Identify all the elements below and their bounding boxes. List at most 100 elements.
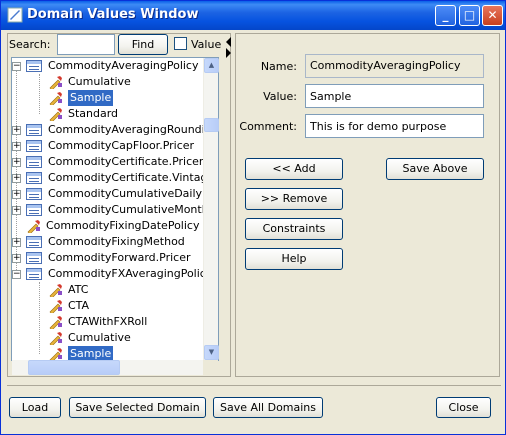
name-field: CommodityAveragingPolicy [305, 54, 484, 78]
domain-table-icon [26, 172, 42, 184]
domain-value-icon [49, 108, 62, 121]
tree-item[interactable]: + CommodityForward.Pricer [12, 250, 212, 266]
tree-item-label: CommodityAveragingPolicy [48, 59, 199, 72]
scroll-down-button[interactable]: ▼ [204, 345, 219, 360]
domain-value-icon [49, 332, 62, 345]
tree-item[interactable]: + CommodityCumulativeMonthlyFu [12, 202, 218, 218]
tree-vertical-scrollbar[interactable]: ▲ ▼ [203, 58, 219, 360]
tree-item[interactable]: CTA [12, 298, 212, 314]
scroll-thumb[interactable] [204, 118, 219, 132]
tree-horizontal-scrollbar[interactable] [12, 360, 203, 375]
tree-item[interactable]: ATC [12, 282, 212, 298]
collapse-left-icon[interactable] [226, 37, 231, 47]
constraints-button[interactable]: Constraints [245, 218, 343, 240]
tree-item-label: CTA [68, 299, 90, 312]
name-label: Name: [260, 60, 297, 73]
domain-value-icon [49, 300, 62, 313]
tree-item-label: Sample [68, 90, 114, 106]
close-window-button[interactable]: ✕ [482, 5, 503, 26]
tree-item-label: CommodityCumulativeMonthlyFu [48, 203, 219, 216]
minimize-button[interactable]: _ [435, 5, 456, 26]
close-button[interactable]: Close [436, 397, 491, 418]
expand-icon[interactable]: + [12, 238, 21, 247]
tree-item-label: CommodityFixingDatePolicy [46, 219, 200, 232]
tree-item-label: CTAWithFXRoll [68, 315, 148, 328]
tree-item-label: CommodityCapFloor.Pricer [48, 139, 195, 152]
save-above-button[interactable]: Save Above [386, 158, 484, 180]
tree-item-label: CommodityAveragingRoundingP [48, 123, 219, 136]
tree-item-label: CommodityForward.Pricer [48, 251, 191, 264]
value-label: Value: [263, 90, 297, 103]
horizontal-scroll-thumb[interactable] [28, 360, 120, 375]
tree-item[interactable]: CommodityFixingDatePolicy [12, 218, 212, 234]
domain-table-icon [26, 156, 42, 168]
collapse-right-icon[interactable] [226, 48, 231, 58]
load-button[interactable]: Load [9, 397, 61, 418]
add-button[interactable]: << Add [245, 158, 343, 180]
domain-table-icon [26, 236, 42, 248]
search-input[interactable] [57, 34, 115, 55]
comment-field[interactable] [305, 114, 484, 138]
domain-value-icon [27, 220, 40, 233]
expand-icon[interactable]: + [12, 254, 21, 263]
scroll-up-button[interactable]: ▲ [204, 58, 219, 73]
domain-tree[interactable]: − CommodityAveragingPolicy Cumulative Sampl… [11, 57, 219, 361]
domain-table-icon [26, 124, 42, 136]
value-checkbox-label: Value [191, 38, 222, 51]
tree-item[interactable]: − CommodityFXAveragingPolicy [12, 266, 212, 282]
tree-item[interactable]: + CommodityCapFloor.Pricer [12, 138, 212, 154]
tree-item[interactable]: + CommodityAveragingRoundingP [12, 122, 218, 138]
maximize-button[interactable]: □ [459, 5, 480, 26]
tree-item-label: Standard [68, 107, 119, 120]
expand-icon[interactable]: + [12, 206, 21, 215]
collapse-icon[interactable]: − [12, 62, 21, 71]
tree-item-label: CommodityFixingMethod [48, 235, 185, 248]
tree-item-label: Sample [68, 346, 114, 360]
tree-item[interactable]: + CommodityFixingMethod [12, 234, 212, 250]
tree-item[interactable]: CTAWithFXRoll [12, 314, 212, 330]
domain-table-icon [26, 268, 42, 280]
tree-item[interactable]: + CommodityCertificate.Pricer [12, 154, 212, 170]
title-bar[interactable]: Domain Values Window _ □ ✕ [1, 1, 505, 30]
tree-item-label: Cumulative [68, 75, 131, 88]
tree-item-label: Cumulative [68, 331, 131, 344]
value-field[interactable] [305, 84, 484, 108]
close-icon: ✕ [487, 8, 498, 22]
maximize-icon: □ [463, 8, 476, 22]
expand-icon[interactable]: + [12, 158, 21, 167]
domain-table-icon [26, 204, 42, 216]
find-button[interactable]: Find [118, 34, 168, 55]
tree-item[interactable]: + CommodityCertificate.Vintage [12, 170, 215, 186]
search-label: Search: [9, 38, 51, 51]
value-checkbox[interactable] [174, 37, 187, 50]
domain-value-icon [49, 284, 62, 297]
collapse-icon[interactable]: − [12, 270, 21, 279]
scroll-corner [203, 360, 218, 375]
save-selected-domain-button[interactable]: Save Selected Domain [69, 397, 206, 418]
tree-item[interactable]: + CommodityCumulativeDailyFwdP [12, 186, 218, 202]
tree-item[interactable]: − CommodityAveragingPolicy [12, 58, 212, 74]
minimize-icon: _ [442, 8, 449, 22]
tree-item[interactable]: Cumulative [12, 74, 212, 90]
domain-value-icon [49, 92, 62, 105]
footer-divider [7, 385, 501, 386]
tree-item[interactable]: Standard [12, 106, 212, 122]
tree-item[interactable]: Sample [12, 346, 212, 360]
save-all-domains-button[interactable]: Save All Domains [213, 397, 323, 418]
expand-icon[interactable]: + [12, 142, 21, 151]
tree-item-label: ATC [68, 283, 89, 296]
app-icon [7, 7, 23, 23]
remove-button[interactable]: >> Remove [245, 188, 343, 210]
tree-item-label: CommodityCertificate.Pricer [48, 155, 204, 168]
domain-values-window: Domain Values Window _ □ ✕ Search: Find … [0, 0, 506, 435]
tree-item[interactable]: Cumulative [12, 330, 212, 346]
comment-label: Comment: [239, 120, 297, 133]
help-button[interactable]: Help [245, 248, 343, 270]
domain-table-icon [26, 60, 42, 72]
tree-item[interactable]: Sample [12, 90, 212, 106]
expand-icon[interactable]: + [12, 126, 21, 135]
tree-item-label: CommodityCertificate.Vintage [48, 171, 215, 184]
expand-icon[interactable]: + [12, 190, 21, 199]
expand-icon[interactable]: + [12, 174, 21, 183]
domain-value-icon [49, 316, 62, 329]
